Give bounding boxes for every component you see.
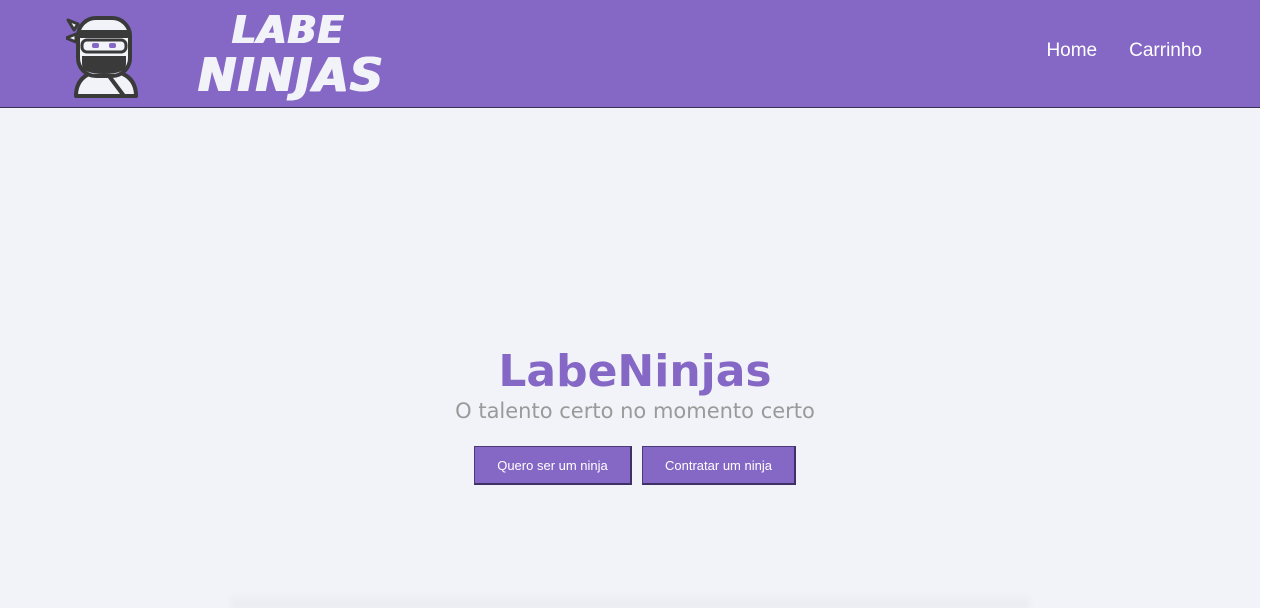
top-header: LABE NINJAS Home Carrinho [0, 0, 1260, 108]
nav-home-link[interactable]: Home [1046, 40, 1097, 62]
ninja-icon [64, 12, 146, 100]
hero-subtitle: O talento certo no momento certo [455, 399, 815, 423]
nav-cart-link[interactable]: Carrinho [1129, 40, 1202, 62]
brand-logo-bottom: NINJAS [198, 48, 384, 102]
hero-actions: Quero ser um ninja Contratar um ninja [474, 446, 796, 485]
hero-title: LabeNinjas [498, 346, 772, 397]
hero-section: LabeNinjas O talento certo no momento ce… [0, 346, 1262, 426]
hire-ninja-button[interactable]: Contratar um ninja [642, 446, 796, 485]
become-ninja-button[interactable]: Quero ser um ninja [474, 446, 632, 485]
section-divider-shadow [230, 592, 1030, 608]
main-nav: Home Carrinho [1046, 40, 1202, 62]
brand-logo-top: LABE [232, 8, 345, 52]
brand-logo: LABE NINJAS [194, 6, 383, 102]
